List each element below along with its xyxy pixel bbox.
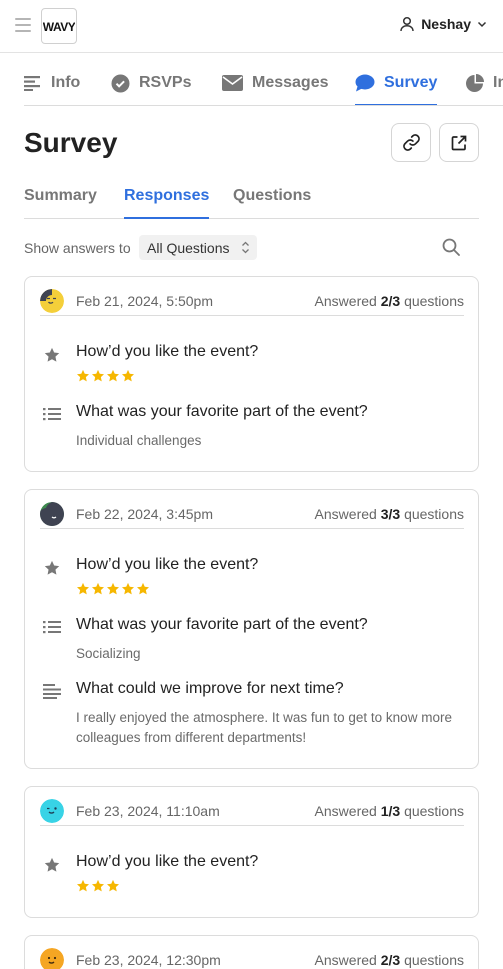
question-text: How’d you like the event? <box>76 556 259 573</box>
response-header: Feb 21, 2024, 5:50pm Answered 2/3 questi… <box>40 289 464 316</box>
rating-star-icon <box>91 369 105 382</box>
copy-link-button[interactable] <box>391 123 431 162</box>
subtab-summary[interactable]: Summary <box>24 180 97 219</box>
question-text: What was your favorite part of the event… <box>76 403 368 420</box>
response-date: Feb 22, 2024, 3:45pm <box>76 506 213 522</box>
envelope-icon <box>222 75 243 91</box>
answer-text: I really enjoyed the atmosphere. It was … <box>76 710 452 745</box>
filter-label: Show answers to <box>24 240 131 256</box>
answer-item: How’d you like the event? <box>40 851 464 901</box>
question-text: What was your favorite part of the event… <box>76 616 368 633</box>
rating-star-icon <box>76 879 90 892</box>
answer-item: What was your favorite part of the event… <box>40 614 464 666</box>
response-card: Feb 23, 2024, 11:10am Answered 1/3 quest… <box>24 786 479 918</box>
star-rating <box>76 582 150 596</box>
event-tabs: Info RSVPs Messages Survey Insights <box>24 60 503 106</box>
star-icon <box>44 857 60 872</box>
response-header: Feb 23, 2024, 11:10am Answered 1/3 quest… <box>40 799 464 826</box>
link-icon <box>402 134 420 151</box>
avatar <box>40 948 64 969</box>
tab-messages[interactable]: Messages <box>222 60 329 105</box>
response-header: Feb 22, 2024, 3:45pm Answered 3/3 questi… <box>40 502 464 529</box>
user-icon <box>400 16 414 32</box>
text-lines-icon <box>43 684 61 699</box>
menu-icon[interactable] <box>15 18 31 32</box>
survey-subtabs: Summary Responses Questions <box>24 180 479 219</box>
answered-count: Answered 1/3 questions <box>314 803 464 819</box>
answer-item: How’d you like the event? <box>40 341 464 391</box>
external-link-icon <box>451 135 467 150</box>
response-card: Feb 23, 2024, 12:30pm Answered 2/3 quest… <box>24 935 479 969</box>
rating-star-icon <box>76 582 90 595</box>
user-name: Neshay <box>421 16 471 32</box>
avatar <box>40 799 64 823</box>
answered-count: Answered 2/3 questions <box>314 952 464 968</box>
rating-star-icon <box>91 879 105 892</box>
tab-survey[interactable]: Survey <box>355 60 438 105</box>
star-icon <box>44 560 60 575</box>
subtab-responses[interactable]: Responses <box>124 180 210 219</box>
rating-star-icon <box>91 582 105 595</box>
star-rating <box>76 879 120 893</box>
response-card: Feb 22, 2024, 3:45pm Answered 3/3 questi… <box>24 489 479 769</box>
answer-item: What could we improve for next time? I r… <box>40 678 464 750</box>
rating-star-icon <box>106 582 120 595</box>
rating-star-icon <box>106 369 120 382</box>
answered-count: Answered 2/3 questions <box>314 293 464 309</box>
filter-selected-value: All Questions <box>147 239 230 256</box>
answer-text: Individual challenges <box>76 433 202 448</box>
tab-messages-label: Messages <box>252 74 329 91</box>
tab-info-label: Info <box>51 74 81 91</box>
pie-chart-icon <box>466 73 484 92</box>
response-date: Feb 21, 2024, 5:50pm <box>76 293 213 309</box>
page-title: Survey <box>24 127 118 158</box>
star-rating <box>76 369 135 383</box>
response-date: Feb 23, 2024, 11:10am <box>76 803 220 819</box>
answer-item: What was your favorite part of the event… <box>40 401 464 453</box>
tab-rsvps[interactable]: RSVPs <box>111 60 192 105</box>
logo-text: WAVY <box>43 20 75 34</box>
user-menu[interactable]: Neshay <box>399 16 487 32</box>
check-circle-icon <box>111 74 130 92</box>
answer-text: Socializing <box>76 646 141 661</box>
question-text: How’d you like the event? <box>76 343 259 360</box>
rating-star-icon <box>121 582 135 595</box>
lines-icon <box>24 76 40 91</box>
question-filter-select[interactable]: All Questions <box>139 235 257 260</box>
avatar <box>40 502 64 526</box>
rating-star-icon <box>136 582 150 595</box>
tab-rsvps-label: RSVPs <box>139 74 192 91</box>
open-external-button[interactable] <box>439 123 479 162</box>
wavy-logo[interactable]: WAVY <box>41 8 77 44</box>
top-bar: WAVY Neshay <box>0 0 503 53</box>
chevron-updown-icon <box>242 241 249 254</box>
tab-survey-label: Survey <box>384 74 438 91</box>
question-text: What could we improve for next time? <box>76 680 344 697</box>
chat-bubble-icon <box>355 74 375 92</box>
rating-star-icon <box>106 879 120 892</box>
response-card: Feb 21, 2024, 5:50pm Answered 2/3 questi… <box>24 276 479 472</box>
response-date: Feb 23, 2024, 12:30pm <box>76 952 221 968</box>
question-text: How’d you like the event? <box>76 853 259 870</box>
star-icon <box>44 347 60 362</box>
answered-count: Answered 3/3 questions <box>314 506 464 522</box>
list-icon <box>43 621 61 634</box>
tab-insights-label: Insights <box>493 74 503 91</box>
avatar <box>40 289 64 313</box>
response-header: Feb 23, 2024, 12:30pm Answered 2/3 quest… <box>40 948 464 969</box>
tab-insights[interactable]: Insights <box>465 60 503 105</box>
chevron-down-icon <box>477 21 487 28</box>
search-icon <box>442 238 460 256</box>
subtab-questions[interactable]: Questions <box>233 180 311 219</box>
tab-info[interactable]: Info <box>24 60 81 105</box>
rating-star-icon <box>121 369 135 382</box>
answer-item: How’d you like the event? <box>40 554 464 604</box>
list-icon <box>43 408 61 421</box>
search-button[interactable] <box>441 237 461 257</box>
rating-star-icon <box>76 369 90 382</box>
